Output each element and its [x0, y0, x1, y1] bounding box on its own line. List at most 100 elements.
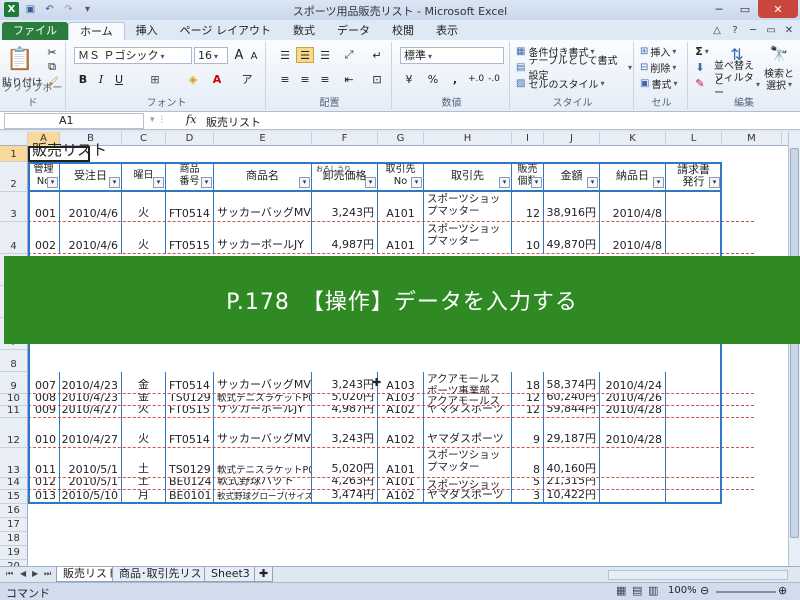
product-name-cell[interactable]: サッカーバッグMV — [214, 192, 312, 222]
product-name-cell[interactable]: サッカーバッグMV — [214, 418, 312, 448]
product-code-cell[interactable]: FT0515 — [166, 222, 214, 254]
column-header[interactable]: C — [122, 132, 166, 146]
client-cell[interactable]: スポーツショップマッター — [424, 222, 512, 254]
italic-button[interactable]: I — [94, 71, 108, 87]
column-header[interactable]: D — [166, 132, 214, 146]
zoom-out-icon[interactable]: ⊖ — [700, 584, 709, 597]
close-button[interactable]: ✕ — [758, 0, 798, 18]
table-header-cell[interactable]: 納品日 ▾ — [600, 162, 666, 192]
row-header[interactable]: 2 — [0, 162, 28, 192]
table-header-cell[interactable]: 商品 番号 ▾ — [166, 162, 214, 192]
merge-center-icon[interactable]: ⊡ — [368, 71, 386, 87]
row-header[interactable]: 11 — [0, 405, 28, 418]
row-header[interactable]: 12 — [0, 418, 28, 448]
sort-filter-label-2[interactable]: フィルター — [714, 73, 760, 99]
horizontal-scrollbar[interactable] — [608, 570, 788, 580]
client-no-cell[interactable]: A102 — [378, 490, 424, 504]
invoice-cell[interactable] — [666, 192, 722, 222]
column-header[interactable]: M — [722, 132, 782, 146]
filter-dropdown-icon[interactable]: ▾ — [365, 177, 376, 188]
column-header[interactable]: F — [312, 132, 378, 146]
filter-dropdown-icon[interactable]: ▾ — [153, 177, 164, 188]
prev-sheet-icon[interactable]: ◀ — [20, 569, 26, 578]
product-code-cell[interactable]: FT0514 — [166, 418, 214, 448]
font-color-icon[interactable]: A — [208, 71, 226, 87]
client-no-cell[interactable]: A101 — [378, 192, 424, 222]
wholesale-price-cell[interactable]: 4,987円 — [312, 222, 378, 254]
align-right-icon[interactable]: ≡ — [316, 71, 334, 87]
filter-dropdown-icon[interactable]: ▾ — [587, 177, 598, 188]
wrap-text-icon[interactable]: ↵ — [368, 47, 386, 63]
filter-dropdown-icon[interactable]: ▾ — [499, 177, 510, 188]
delivery-date-cell[interactable]: 2010/4/8 — [600, 192, 666, 222]
row-header[interactable]: 3 — [0, 192, 28, 222]
product-name-cell[interactable]: 軟式野球グローブ(サイズ9) — [214, 490, 312, 504]
align-left-icon[interactable]: ≡ — [276, 71, 294, 87]
format-cells-button[interactable]: ▣ 書式 — [640, 76, 686, 91]
sheet-title-cell[interactable]: 販売リスト — [28, 141, 107, 162]
order-date-cell[interactable]: 2010/5/1 — [60, 448, 122, 478]
record-no-cell[interactable]: 013 — [28, 490, 60, 504]
amount-cell[interactable]: 49,870円 — [544, 222, 600, 254]
table-header-cell[interactable]: 受注日 ▾ — [60, 162, 122, 192]
product-name-cell[interactable]: サッカーボールJY — [214, 222, 312, 254]
find-select-icon[interactable]: 🔭 — [766, 44, 792, 64]
weekday-cell[interactable]: 火 — [122, 192, 166, 222]
zoom-level[interactable]: 100% — [668, 585, 697, 596]
percent-button[interactable]: % — [424, 71, 442, 87]
table-header-cell[interactable]: 販売 個数 ▾ — [512, 162, 544, 192]
page-break-view-icon[interactable]: ▥ — [648, 584, 658, 597]
currency-button[interactable]: ¥ — [400, 71, 418, 87]
comma-button[interactable]: , — [446, 71, 464, 87]
client-no-cell[interactable]: A101 — [378, 448, 424, 478]
tab-view[interactable]: 表示 — [425, 22, 469, 40]
align-top-icon[interactable]: ☰ — [276, 47, 294, 63]
worksheet-grid[interactable]: ABCDEFGHIJKLM 12345678910111213141516171… — [0, 132, 788, 566]
tab-review[interactable]: 校閲 — [381, 22, 425, 40]
invoice-cell[interactable] — [666, 418, 722, 448]
filter-dropdown-icon[interactable]: ▾ — [653, 177, 664, 188]
delivery-date-cell[interactable]: 2010/4/24 — [600, 372, 666, 394]
align-center-icon[interactable]: ≡ — [296, 71, 314, 87]
delete-cells-button[interactable]: ⊟ 削除 — [640, 60, 686, 75]
quantity-cell[interactable]: 3 — [512, 490, 544, 504]
amount-cell[interactable]: 38,916円 — [544, 192, 600, 222]
filter-dropdown-icon[interactable]: ▾ — [47, 177, 58, 188]
align-middle-icon[interactable]: ☰ — [296, 47, 314, 63]
indent-icon[interactable]: ⇤ — [340, 71, 358, 87]
cell-styles-button[interactable]: ▧ セルのスタイル — [516, 76, 632, 91]
tab-home[interactable]: ホーム — [68, 22, 125, 40]
row-header[interactable]: 8 — [0, 350, 28, 372]
product-code-cell[interactable]: FT0514 — [166, 192, 214, 222]
find-select-label-2[interactable]: 選択 — [760, 78, 798, 92]
product-code-cell[interactable]: FT0514 — [166, 372, 214, 394]
record-no-cell[interactable]: 007 — [28, 372, 60, 394]
filter-dropdown-icon[interactable]: ▾ — [709, 177, 720, 188]
invoice-cell[interactable] — [666, 490, 722, 504]
formula-input[interactable]: 販売リスト — [206, 114, 261, 130]
order-date-cell[interactable]: 2010/4/27 — [60, 418, 122, 448]
phonetic-button[interactable]: ア — [238, 71, 256, 87]
column-header[interactable]: E — [214, 132, 312, 146]
minimize-button[interactable]: ─ — [706, 0, 732, 18]
client-cell[interactable]: スポーツショップマッター — [424, 448, 512, 478]
increase-decimal-icon[interactable]: +.0 — [468, 71, 484, 87]
record-no-cell[interactable]: 001 — [28, 192, 60, 222]
insert-sheet-icon[interactable]: ✚ — [254, 567, 274, 582]
order-date-cell[interactable]: 2010/4/23 — [60, 372, 122, 394]
zoom-in-icon[interactable]: ⊕ — [778, 584, 787, 597]
column-header[interactable]: L — [666, 132, 722, 146]
client-cell[interactable]: ヤマダスポーツ — [424, 418, 512, 448]
help-icon[interactable]: ? — [728, 23, 742, 37]
orientation-icon[interactable]: ⤢ — [340, 47, 358, 63]
column-header[interactable]: J — [544, 132, 600, 146]
weekday-cell[interactable]: 土 — [122, 448, 166, 478]
font-name-combo[interactable]: ＭＳ Ｐゴシック — [74, 47, 192, 64]
insert-function-button[interactable]: fx — [186, 113, 196, 126]
decrease-decimal-icon[interactable]: -.0 — [486, 71, 502, 87]
workbook-minimize-icon[interactable]: ─ — [746, 23, 760, 37]
wholesale-price-cell[interactable]: 3,243円 — [312, 372, 378, 394]
tab-data[interactable]: データ — [326, 22, 381, 40]
weekday-cell[interactable]: 月 — [122, 490, 166, 504]
delivery-date-cell[interactable]: 2010/4/28 — [600, 418, 666, 448]
